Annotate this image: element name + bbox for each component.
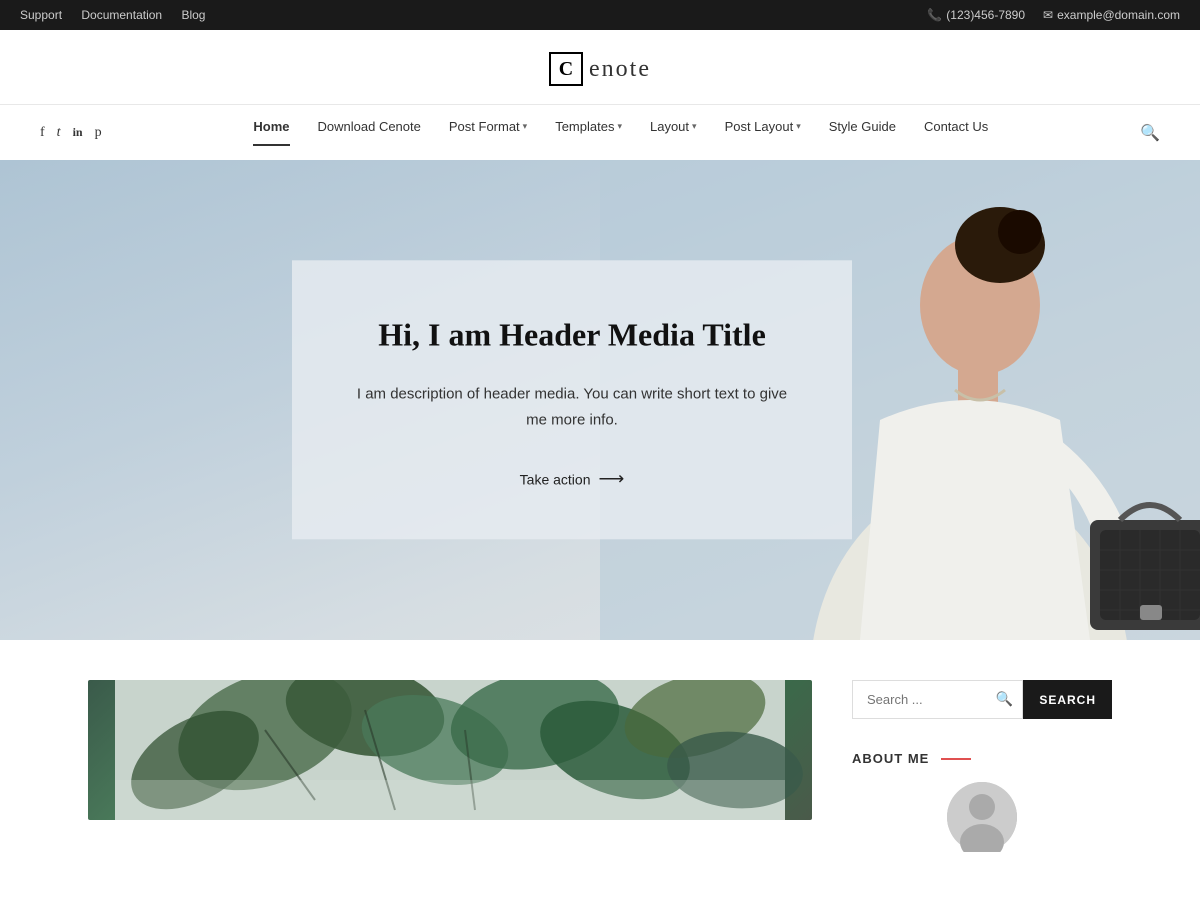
hero-section: Hi, I am Header Media Title I am descrip…: [0, 160, 1200, 640]
hero-cta-button[interactable]: Take action ⟶: [520, 469, 625, 490]
top-bar-links: Support Documentation Blog: [20, 8, 221, 22]
top-bar-contact: 📞 (123)456-7890 ✉ example@domain.com: [927, 8, 1180, 22]
nav-download[interactable]: Download Cenote: [318, 119, 421, 146]
nav-style-guide[interactable]: Style Guide: [829, 119, 896, 146]
pinterest-icon[interactable]: p: [95, 125, 102, 141]
about-me-heading: ABOUT ME: [852, 751, 1112, 766]
facebook-icon[interactable]: f: [40, 125, 45, 141]
search-button[interactable]: SEARCH: [1023, 680, 1112, 719]
phone-info: 📞 (123)456-7890: [927, 8, 1025, 22]
top-bar: Support Documentation Blog 📞 (123)456-78…: [0, 0, 1200, 30]
logo-name: enote: [589, 56, 651, 83]
search-icon: 🔍: [996, 691, 1013, 708]
chevron-down-icon: ▾: [692, 121, 697, 132]
sidebar-search: 🔍 SEARCH: [852, 680, 1112, 719]
twitter-icon[interactable]: t: [57, 125, 61, 141]
hero-cta-label: Take action: [520, 471, 591, 487]
nav-home[interactable]: Home: [253, 119, 289, 146]
chevron-down-icon: ▾: [523, 121, 528, 132]
main-nav: f t in p Home Download Cenote Post Forma…: [0, 104, 1200, 160]
email-icon: ✉: [1043, 8, 1053, 22]
phone-icon: 📞: [927, 8, 942, 22]
logo-letter: C: [549, 52, 583, 86]
hero-title: Hi, I am Header Media Title: [352, 315, 792, 353]
nav-templates[interactable]: Templates ▾: [555, 119, 622, 146]
about-me-underline: [941, 758, 971, 760]
hero-description: I am description of header media. You ca…: [352, 382, 792, 433]
chevron-down-icon: ▾: [617, 121, 622, 132]
site-logo[interactable]: C enote: [549, 52, 651, 86]
email-address: example@domain.com: [1057, 8, 1180, 22]
linkedin-icon[interactable]: in: [73, 125, 83, 140]
content-left: [88, 680, 812, 852]
support-link[interactable]: Support: [20, 8, 62, 22]
chevron-down-icon: ▾: [796, 121, 801, 132]
blog-link[interactable]: Blog: [181, 8, 205, 22]
logo-area: C enote: [0, 30, 1200, 104]
email-info: ✉ example@domain.com: [1043, 8, 1180, 22]
arrow-icon: ⟶: [599, 469, 625, 490]
about-me-label: ABOUT ME: [852, 751, 929, 766]
nav-post-layout[interactable]: Post Layout ▾: [725, 119, 801, 146]
avatar: [947, 782, 1017, 852]
post-thumbnail: [88, 680, 812, 820]
thumbnail-image: [88, 680, 812, 820]
nav-layout[interactable]: Layout ▾: [650, 119, 697, 146]
nav-contact[interactable]: Contact Us: [924, 119, 988, 146]
nav-links: Home Download Cenote Post Format ▾ Templ…: [253, 105, 988, 160]
phone-number: (123)456-7890: [946, 8, 1025, 22]
main-content: 🔍 SEARCH ABOUT ME: [0, 640, 1200, 852]
social-icons: f t in p: [40, 125, 102, 141]
search-icon[interactable]: 🔍: [1140, 123, 1160, 143]
about-me-section: ABOUT ME: [852, 751, 1112, 852]
avatar-image: [947, 782, 1017, 852]
sidebar: 🔍 SEARCH ABOUT ME: [852, 680, 1112, 852]
documentation-link[interactable]: Documentation: [81, 8, 162, 22]
nav-post-format[interactable]: Post Format ▾: [449, 119, 527, 146]
hero-overlay: Hi, I am Header Media Title I am descrip…: [292, 260, 852, 539]
search-input-wrap: 🔍: [852, 680, 1023, 719]
